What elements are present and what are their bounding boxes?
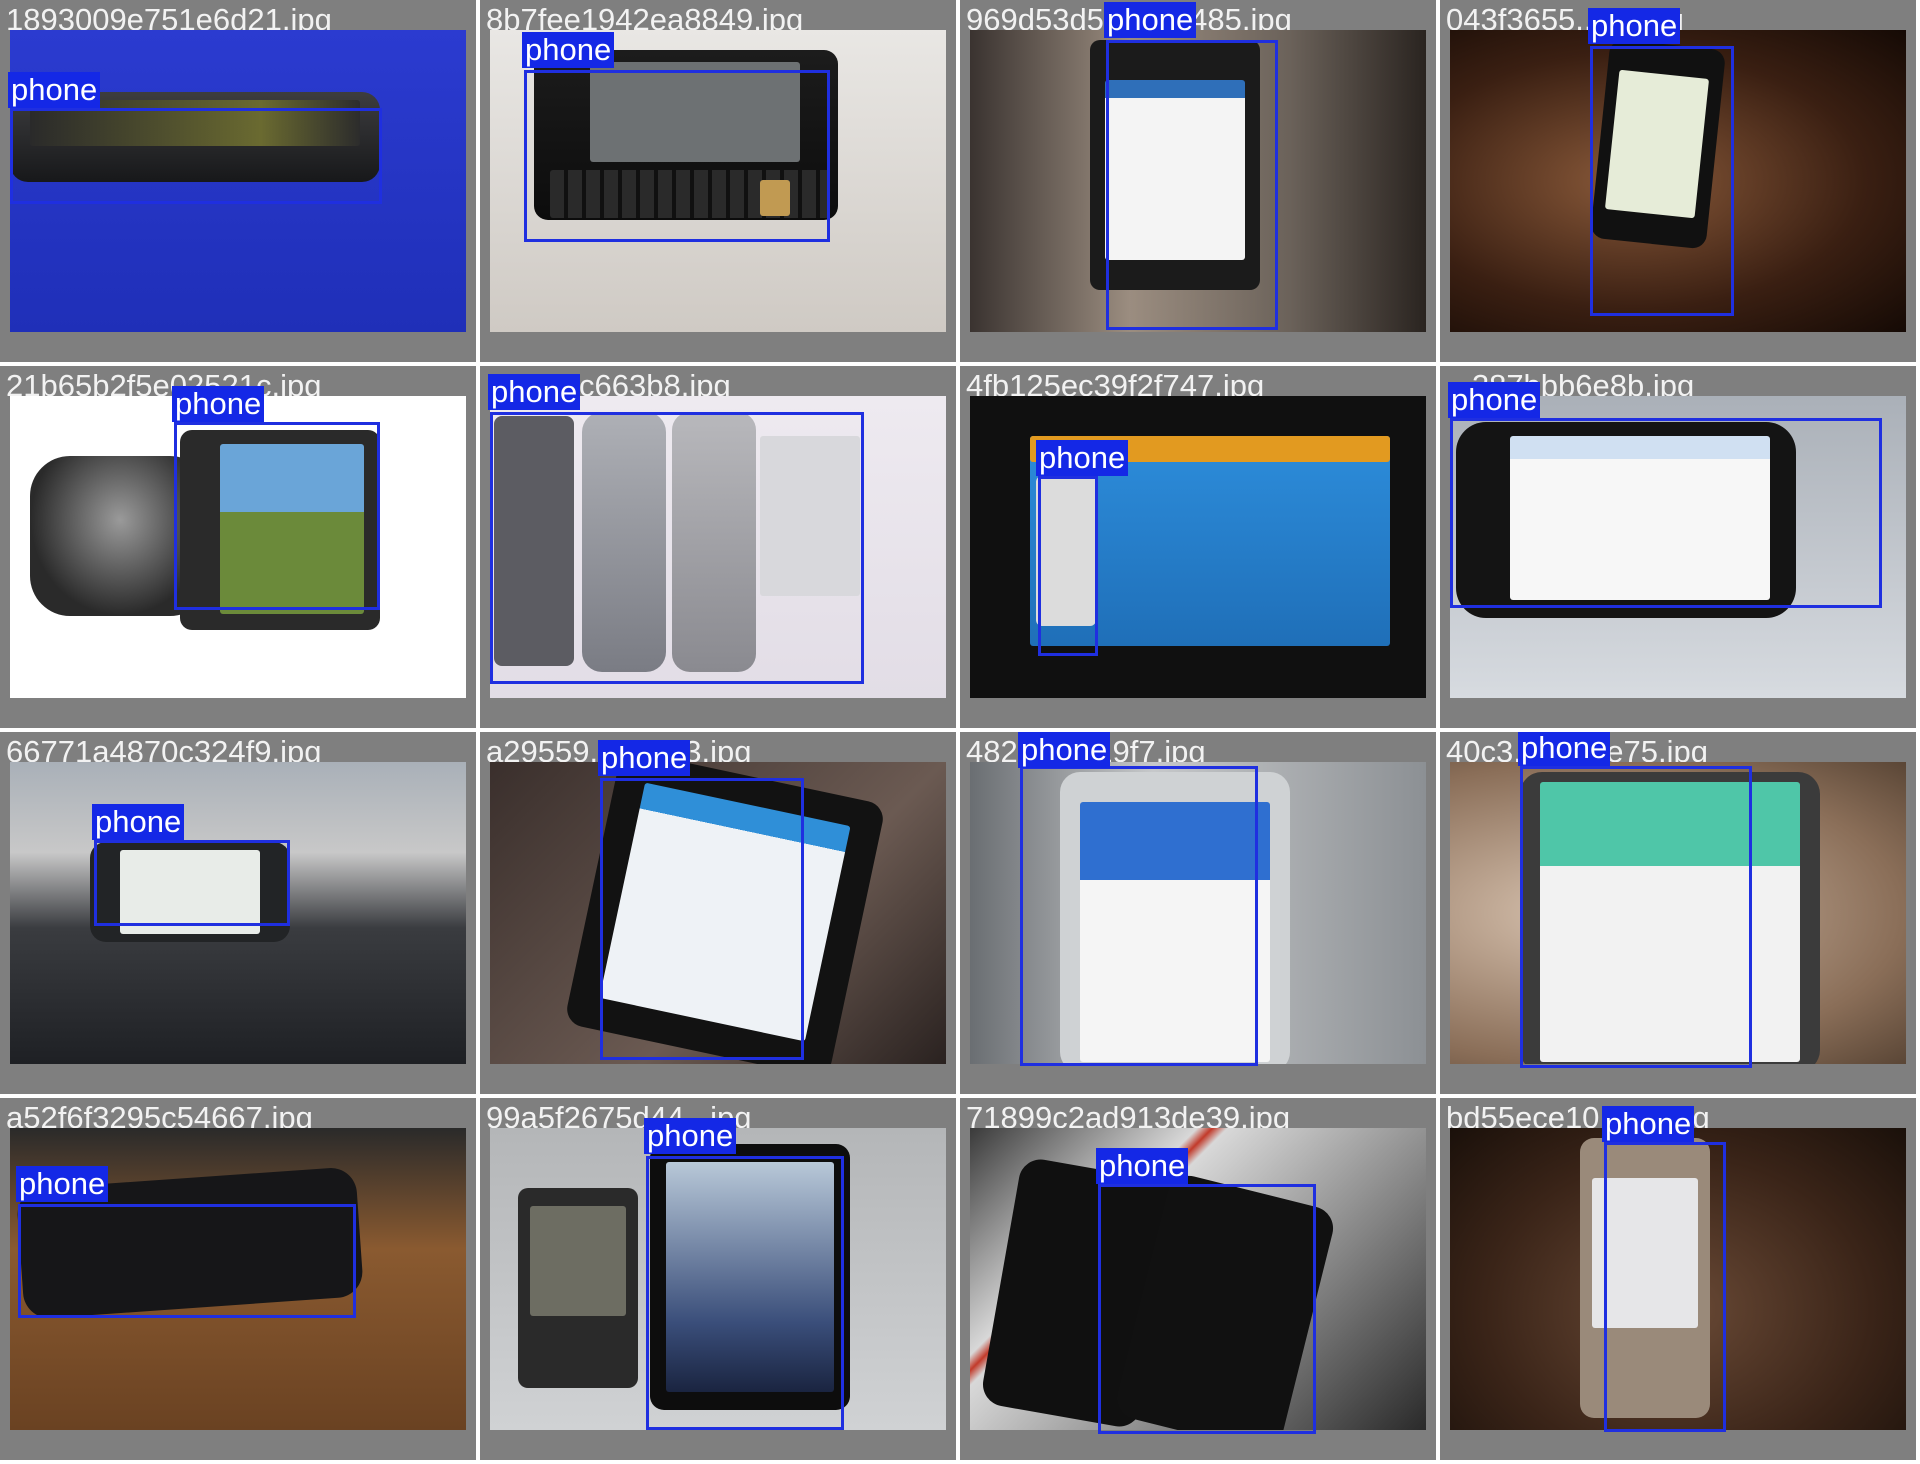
detection-class-label: phone xyxy=(1518,732,1611,766)
detection-class-label: phone xyxy=(92,804,185,840)
detection-class-label: phone xyxy=(172,386,265,422)
image-tile[interactable]: a52f6f3295c54667.jpg phone xyxy=(0,1098,476,1460)
image-tile[interactable]: 21b65b2f5e02521c.jpg phone xyxy=(0,366,476,728)
detection-class-label: phone xyxy=(598,740,691,776)
image-tile[interactable]: 969d53d5phone485.jpg phone xyxy=(960,0,1436,362)
detection-class-label: phone xyxy=(1448,382,1541,418)
detection-bounding-box xyxy=(1098,1184,1316,1434)
detection-class-label: phone xyxy=(8,72,101,108)
detection-class-label: phone xyxy=(1588,8,1681,44)
detection-class-label: phone xyxy=(522,32,615,68)
detection-class-label: phone xyxy=(644,1118,737,1154)
image-tile[interactable]: ...9c2ac663b8.jpg phone xyxy=(480,366,956,728)
image-tile[interactable]: 1893009e751e6d21.jpg phone xyxy=(0,0,476,362)
image-tile[interactable]: 4fb125ec39f2f747.jpg phone xyxy=(960,366,1436,728)
image-tile[interactable]: a29559...0e3a3.jpg phone xyxy=(480,732,956,1094)
detection-bounding-box xyxy=(1520,766,1752,1068)
image-tile[interactable]: 66771a4870c324f9.jpg phone xyxy=(0,732,476,1094)
image-tile[interactable]: ...287bbb6e8b.jpg phone xyxy=(1440,366,1916,728)
detection-bounding-box xyxy=(646,1156,844,1430)
detection-bounding-box xyxy=(1106,40,1278,330)
detection-bounding-box xyxy=(1604,1142,1726,1432)
detection-class-label: phone xyxy=(488,374,581,410)
detection-class-label: phone xyxy=(16,1166,109,1202)
detection-bounding-box xyxy=(1020,766,1258,1066)
image-tile[interactable]: 8b7fee1942ea8849.jpg phone xyxy=(480,0,956,362)
image-tile[interactable]: 71899c2ad913de39.jpg phone xyxy=(960,1098,1436,1460)
detection-bounding-box xyxy=(490,412,864,684)
detection-bounding-box xyxy=(1590,46,1734,316)
detection-bounding-box xyxy=(1038,476,1098,656)
detection-results-grid: 1893009e751e6d21.jpg phone 8b7fee1942ea8… xyxy=(0,0,1920,1464)
detection-bounding-box xyxy=(600,778,804,1060)
detection-class-label: phone xyxy=(1096,1148,1189,1184)
image-tile[interactable]: 40c3...c703e75.jpg phone xyxy=(1440,732,1916,1094)
detection-bounding-box xyxy=(94,840,290,926)
detection-class-label: phone xyxy=(1036,440,1129,476)
detection-bounding-box xyxy=(10,108,382,204)
image-tile[interactable]: 482...80319f7.jpg phone xyxy=(960,732,1436,1094)
image-tile[interactable]: 99a5f2675d44...jpg phone xyxy=(480,1098,956,1460)
detection-bounding-box xyxy=(1450,418,1882,608)
detection-bounding-box xyxy=(524,70,830,242)
detection-bounding-box xyxy=(174,422,380,610)
image-tile[interactable]: 043f3655...7c.jpg phone xyxy=(1440,0,1916,362)
image-tile[interactable]: bd55ece10...37.jpg phone xyxy=(1440,1098,1916,1460)
detection-class-label: phone xyxy=(1104,2,1197,38)
detection-bounding-box xyxy=(18,1204,356,1318)
detection-class-label: phone xyxy=(1018,732,1111,768)
detection-class-label: phone xyxy=(1602,1106,1695,1142)
